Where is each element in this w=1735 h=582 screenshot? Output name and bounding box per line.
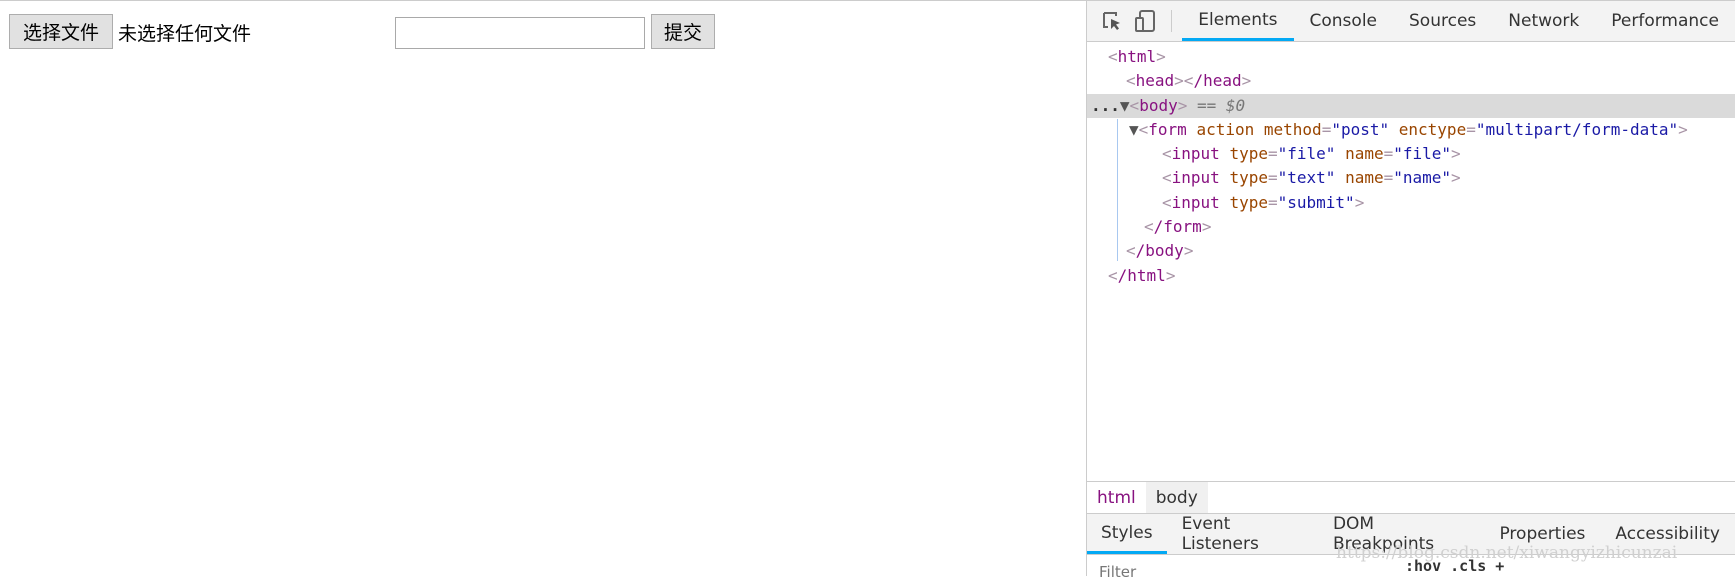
- node-input-text[interactable]: <input type="text" name="name">: [1087, 166, 1735, 190]
- dom-tree: <html> <head></head> ...▼<body> == $0 ▼<…: [1087, 45, 1735, 288]
- no-file-label: 未选择任何文件: [118, 23, 252, 45]
- tab-styles[interactable]: Styles: [1087, 514, 1167, 554]
- expand-triangle-icon[interactable]: ▼: [1129, 120, 1139, 139]
- node-form[interactable]: ▼<form action method="post" enctype="mul…: [1087, 118, 1735, 142]
- devtools-toolbar: Elements Console Sources Network Perform…: [1087, 1, 1735, 42]
- node-input-submit[interactable]: <input type="submit">: [1087, 191, 1735, 215]
- tab-performance[interactable]: Performance: [1595, 1, 1735, 41]
- web-page: 选择文件 未选择任何文件 提交: [0, 1, 1086, 576]
- node-html-close[interactable]: </html>: [1087, 264, 1735, 288]
- tab-sources[interactable]: Sources: [1393, 1, 1492, 41]
- tab-event-listeners[interactable]: Event Listeners: [1167, 514, 1318, 554]
- breadcrumb-body[interactable]: body: [1145, 482, 1208, 513]
- tree-guide-line: [1117, 119, 1118, 261]
- node-input-file[interactable]: <input type="file" name="file">: [1087, 142, 1735, 166]
- node-body-close[interactable]: </body>: [1087, 239, 1735, 263]
- tab-console[interactable]: Console: [1294, 1, 1394, 41]
- watermark: https://blog.csdn.net/xiwangyizhicunzai: [1336, 543, 1678, 563]
- node-head[interactable]: <head></head>: [1087, 69, 1735, 93]
- submit-button[interactable]: 提交: [651, 14, 715, 49]
- node-body[interactable]: ...▼<body> == $0: [1087, 93, 1735, 118]
- expand-triangle-icon[interactable]: ▼: [1120, 96, 1130, 115]
- devtools-panel: Elements Console Sources Network Perform…: [1086, 1, 1735, 581]
- inspect-element-icon[interactable]: [1095, 1, 1128, 41]
- more-icon[interactable]: ...: [1091, 96, 1120, 115]
- node-html[interactable]: <html>: [1087, 45, 1735, 69]
- node-form-close[interactable]: </form>: [1087, 215, 1735, 239]
- choose-file-button[interactable]: 选择文件: [9, 14, 113, 49]
- tab-elements[interactable]: Elements: [1182, 1, 1294, 41]
- breadcrumb-html[interactable]: html: [1087, 482, 1146, 513]
- breadcrumb: html body: [1087, 481, 1735, 514]
- toolbar-divider: [1171, 10, 1173, 32]
- tab-network[interactable]: Network: [1492, 1, 1595, 41]
- name-input[interactable]: [395, 17, 645, 49]
- device-toolbar-icon[interactable]: [1128, 1, 1161, 41]
- styles-filter-input[interactable]: Filter: [1095, 557, 1345, 582]
